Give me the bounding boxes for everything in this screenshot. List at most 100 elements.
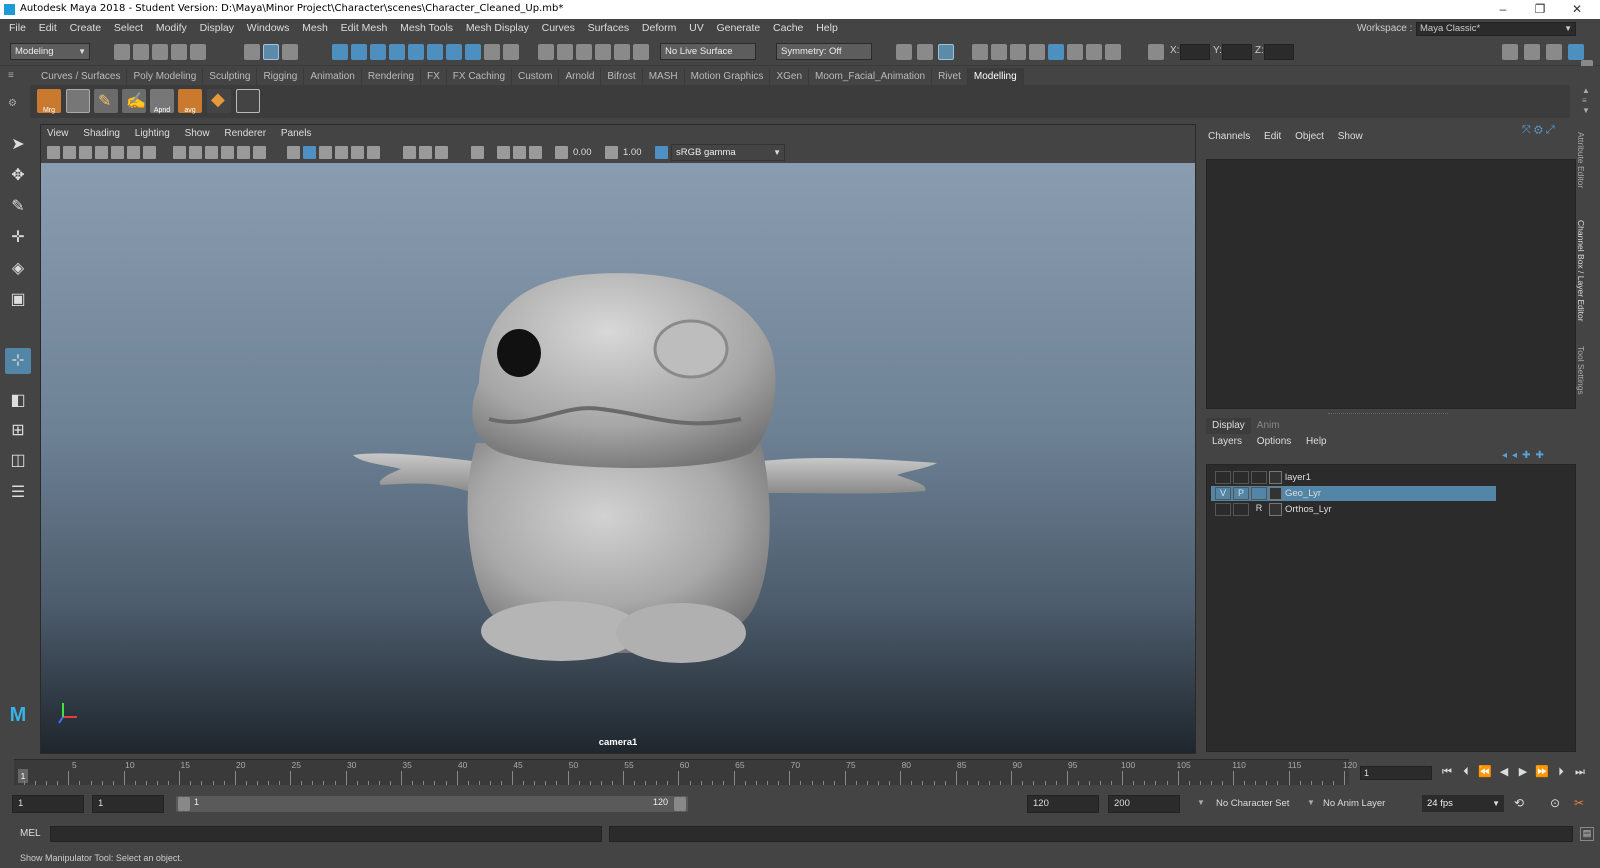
wireframe-icon[interactable] xyxy=(287,146,300,159)
select-object-icon[interactable] xyxy=(263,44,279,60)
menu-windows[interactable]: Windows xyxy=(242,19,295,38)
highlight-selection-icon[interactable] xyxy=(503,44,519,60)
viewport-menu-show[interactable]: Show xyxy=(179,125,216,143)
smooth-shade-icon[interactable] xyxy=(303,146,316,159)
construction-history-icon[interactable] xyxy=(938,44,954,60)
shelf-tab-fx-caching[interactable]: FX Caching xyxy=(447,68,513,85)
layer-visibility-toggle[interactable] xyxy=(1215,503,1231,516)
maya-home-logo[interactable]: M xyxy=(5,702,31,728)
four-view-layout[interactable]: ⊞ xyxy=(5,418,31,444)
layer-playback-toggle[interactable] xyxy=(1233,503,1249,516)
tab-anim[interactable]: Anim xyxy=(1251,418,1286,434)
grid-icon[interactable] xyxy=(66,89,90,113)
layer-row[interactable]: layer1 xyxy=(1211,470,1496,485)
chevron-down-icon[interactable]: ▼ xyxy=(1197,798,1205,807)
ambient-occlusion-icon[interactable] xyxy=(403,146,416,159)
workspace-select[interactable]: Maya Classic* ▼ xyxy=(1416,22,1576,36)
image-plane-icon[interactable] xyxy=(95,146,108,159)
gamma-icon[interactable] xyxy=(605,146,618,159)
viewport-menu-view[interactable]: View xyxy=(41,125,75,143)
single-perspective-layout[interactable]: ◧ xyxy=(5,388,31,414)
shadows-icon[interactable] xyxy=(367,146,380,159)
ipr-render-icon[interactable] xyxy=(1010,44,1026,60)
side-tab-tool-settings[interactable]: Tool Settings xyxy=(1574,346,1586,395)
exposure-icon[interactable] xyxy=(555,146,568,159)
layer-menu-help[interactable]: Help xyxy=(1306,435,1327,449)
layer-menu-options[interactable]: Options xyxy=(1257,435,1291,449)
pin-icon[interactable]: ⤢ xyxy=(1546,124,1555,136)
shelf-tab-poly-modeling[interactable]: Poly Modeling xyxy=(127,68,204,85)
textured-icon[interactable] xyxy=(335,146,348,159)
wireframe-on-shaded-icon[interactable] xyxy=(319,146,332,159)
layer-visibility-toggle[interactable]: V xyxy=(1215,487,1231,500)
play-backwards-icon[interactable]: ◀ xyxy=(1497,765,1511,779)
shelf-tab-rivet[interactable]: Rivet xyxy=(932,68,968,85)
select-by-dynamic-icon[interactable] xyxy=(427,44,443,60)
select-misc-icon[interactable] xyxy=(465,44,481,60)
menu-create[interactable]: Create xyxy=(65,19,107,38)
x-ray-joints-icon[interactable] xyxy=(529,146,542,159)
isolate-select-icon[interactable] xyxy=(471,146,484,159)
make-live-icon[interactable] xyxy=(633,44,649,60)
anti-aliasing-icon[interactable] xyxy=(435,146,448,159)
new-scene-icon[interactable] xyxy=(114,44,130,60)
current-frame-field[interactable]: 1 xyxy=(1360,766,1432,780)
brush-icon[interactable]: ✍ xyxy=(122,89,146,113)
menu-uv[interactable]: UV xyxy=(684,19,709,38)
outliner-layout[interactable]: ☰ xyxy=(5,480,31,506)
shelf-tab-arnold[interactable]: Arnold xyxy=(559,68,602,85)
range-slider-bar[interactable]: 1 120 xyxy=(176,796,688,812)
save-scene-icon[interactable] xyxy=(152,44,168,60)
motion-blur-icon[interactable] xyxy=(419,146,432,159)
go-to-end-icon[interactable]: ⏭ xyxy=(1573,765,1587,779)
shelf-tab-rendering[interactable]: Rendering xyxy=(362,68,421,85)
modeling-toolkit-icon[interactable] xyxy=(1502,44,1518,60)
layer-display-type-toggle[interactable]: R xyxy=(1251,503,1267,516)
select-camera-icon[interactable] xyxy=(47,146,60,159)
render-view-icon[interactable] xyxy=(972,44,988,60)
time-slider-track[interactable]: 1 5 10 15 20 25 30 35 40 45 50 55 60 65 70 75 80 85 90 95 1… xyxy=(14,759,1357,785)
snap-point-icon[interactable] xyxy=(576,44,592,60)
shelf-tab-xgen[interactable]: XGen xyxy=(770,68,810,85)
channel-box-menu-channels[interactable]: Channels xyxy=(1208,130,1250,144)
hypershade-icon[interactable] xyxy=(1048,44,1064,60)
input-ops-icon[interactable] xyxy=(896,44,912,60)
loop-icon[interactable]: ⟲ xyxy=(1514,796,1524,810)
attribute-editor-toggle-icon[interactable] xyxy=(1524,44,1540,60)
menu-select[interactable]: Select xyxy=(109,19,148,38)
channel-box-content[interactable] xyxy=(1206,159,1576,409)
new-empty-layer-icon[interactable]: ✚ xyxy=(1522,450,1535,461)
undo-icon[interactable] xyxy=(171,44,187,60)
layer-playback-toggle[interactable] xyxy=(1233,471,1249,484)
diamond-icon[interactable]: ◆ xyxy=(207,89,231,113)
mel-input[interactable] xyxy=(50,826,602,842)
shelf-menu-icon[interactable]: ≡ xyxy=(8,70,22,82)
grid-toggle-icon[interactable] xyxy=(143,146,156,159)
render-setup-icon[interactable] xyxy=(1067,44,1083,60)
safe-action-icon[interactable] xyxy=(237,146,250,159)
transform-mode-icon[interactable] xyxy=(1148,44,1164,60)
layer-color-swatch[interactable] xyxy=(1269,487,1282,500)
2d-pan-zoom-icon[interactable] xyxy=(111,146,124,159)
crosshair-box-icon[interactable] xyxy=(236,89,260,113)
two-view-layout[interactable]: ◫ xyxy=(5,448,31,474)
menu-edit[interactable]: Edit xyxy=(34,19,62,38)
gate-mask-icon[interactable] xyxy=(205,146,218,159)
light-editor-icon[interactable] xyxy=(1086,44,1102,60)
channel-box-toggle-icon[interactable] xyxy=(1568,44,1584,60)
playback-end-field[interactable]: 120 xyxy=(1027,795,1099,813)
rotate-tool[interactable]: ◈ xyxy=(5,256,31,282)
step-forward-frame-icon[interactable]: ⏩ xyxy=(1535,765,1549,779)
range-start-handle[interactable] xyxy=(178,797,190,811)
side-tab-attribute-editor[interactable]: Attribute Editor xyxy=(1574,132,1586,188)
layer-row[interactable]: R Orthos_Lyr xyxy=(1211,502,1496,517)
viewport-menu-panels[interactable]: Panels xyxy=(275,125,318,143)
viewport-menu-lighting[interactable]: Lighting xyxy=(129,125,176,143)
menuset-dropdown[interactable]: Modeling ▼ xyxy=(10,43,90,60)
layer-menu-layers[interactable]: Layers xyxy=(1212,435,1242,449)
symmetry-dropdown[interactable]: Symmetry: Off xyxy=(776,43,872,60)
play-forwards-icon[interactable]: ▶ xyxy=(1516,765,1530,779)
resolution-gate-icon[interactable] xyxy=(189,146,202,159)
step-back-frame-icon[interactable]: ⏪ xyxy=(1478,765,1492,779)
snap-view-plane-icon[interactable] xyxy=(614,44,630,60)
